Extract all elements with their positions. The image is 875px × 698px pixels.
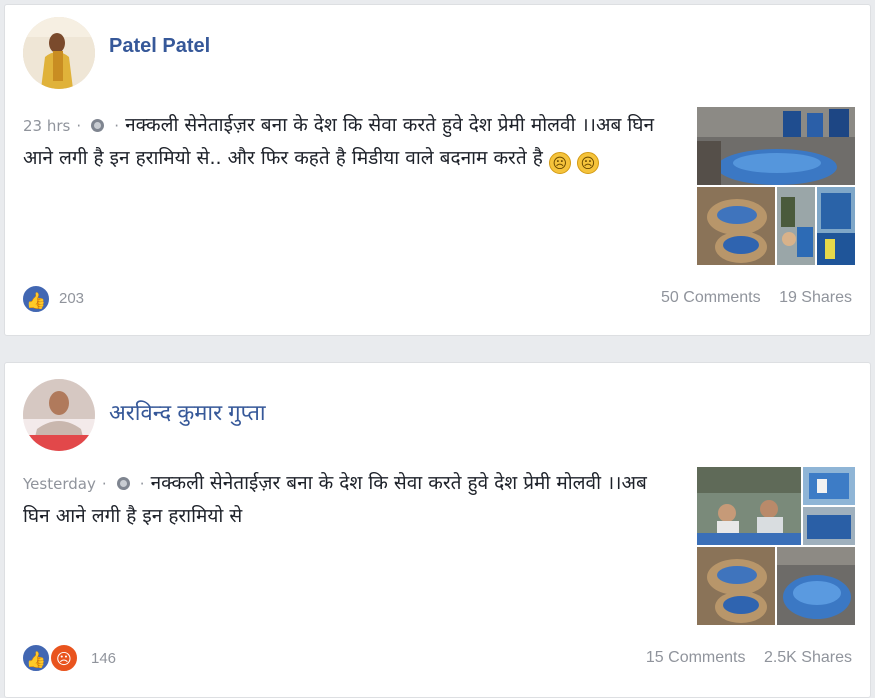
post-stats: 15 Comments 2.5K Shares (632, 649, 852, 667)
timestamp[interactable]: 23 hrs (23, 117, 70, 135)
timestamp[interactable]: Yesterday (23, 475, 96, 493)
photo-2[interactable] (697, 187, 775, 265)
reaction-count[interactable]: 146 (91, 650, 116, 667)
avatar-photo (23, 17, 95, 89)
shares-count[interactable]: 19 Shares (779, 289, 852, 306)
like-reaction-icon[interactable]: 👍 (21, 284, 51, 314)
face-emoji-icon: ☹ (548, 152, 571, 174)
photo-5[interactable] (777, 547, 855, 625)
photo-main[interactable] (697, 107, 855, 185)
comments-count[interactable]: 15 Comments (646, 649, 746, 666)
post-card: अरविन्द कुमार गुप्ता Yesterday · · नक्कल… (4, 362, 871, 698)
avatar[interactable] (23, 17, 95, 89)
photo-main[interactable] (697, 467, 801, 545)
photo-3[interactable] (803, 507, 855, 545)
like-reaction-icon[interactable]: 👍 (21, 643, 51, 673)
photo-4[interactable] (817, 187, 855, 265)
photo-3[interactable] (777, 187, 815, 265)
post-text-block: Yesterday · · नक्कली सेनेताईज़र बना के द… (23, 467, 673, 532)
post-card: Patel Patel 23 hrs · · नक्कली सेनेताईज़र… (4, 4, 871, 336)
post-stats: 50 Comments 19 Shares (647, 289, 852, 307)
avatar[interactable] (23, 379, 95, 451)
photo-grid[interactable] (697, 467, 855, 625)
angry-reaction-icon[interactable]: ☹ (49, 643, 79, 673)
photo-2[interactable] (803, 467, 855, 505)
comments-count[interactable]: 50 Comments (661, 289, 761, 306)
angry-face-emoji-icon: ☹ (576, 152, 599, 174)
separator: · (114, 117, 120, 135)
shares-count[interactable]: 2.5K Shares (764, 649, 852, 666)
separator: · (76, 117, 82, 135)
photo-4[interactable] (697, 547, 775, 625)
globe-icon[interactable] (116, 477, 130, 490)
author-name[interactable]: अरविन्द कुमार गुप्ता (109, 397, 266, 427)
reaction-count[interactable]: 203 (59, 290, 84, 307)
photo-grid[interactable] (697, 107, 855, 265)
separator: · (101, 475, 107, 493)
post-text-block: 23 hrs · · नक्कली सेनेताईज़र बना के देश … (23, 109, 673, 174)
avatar-photo (23, 379, 95, 451)
separator: · (139, 475, 145, 493)
globe-icon[interactable] (91, 119, 105, 132)
author-name[interactable]: Patel Patel (109, 35, 210, 58)
